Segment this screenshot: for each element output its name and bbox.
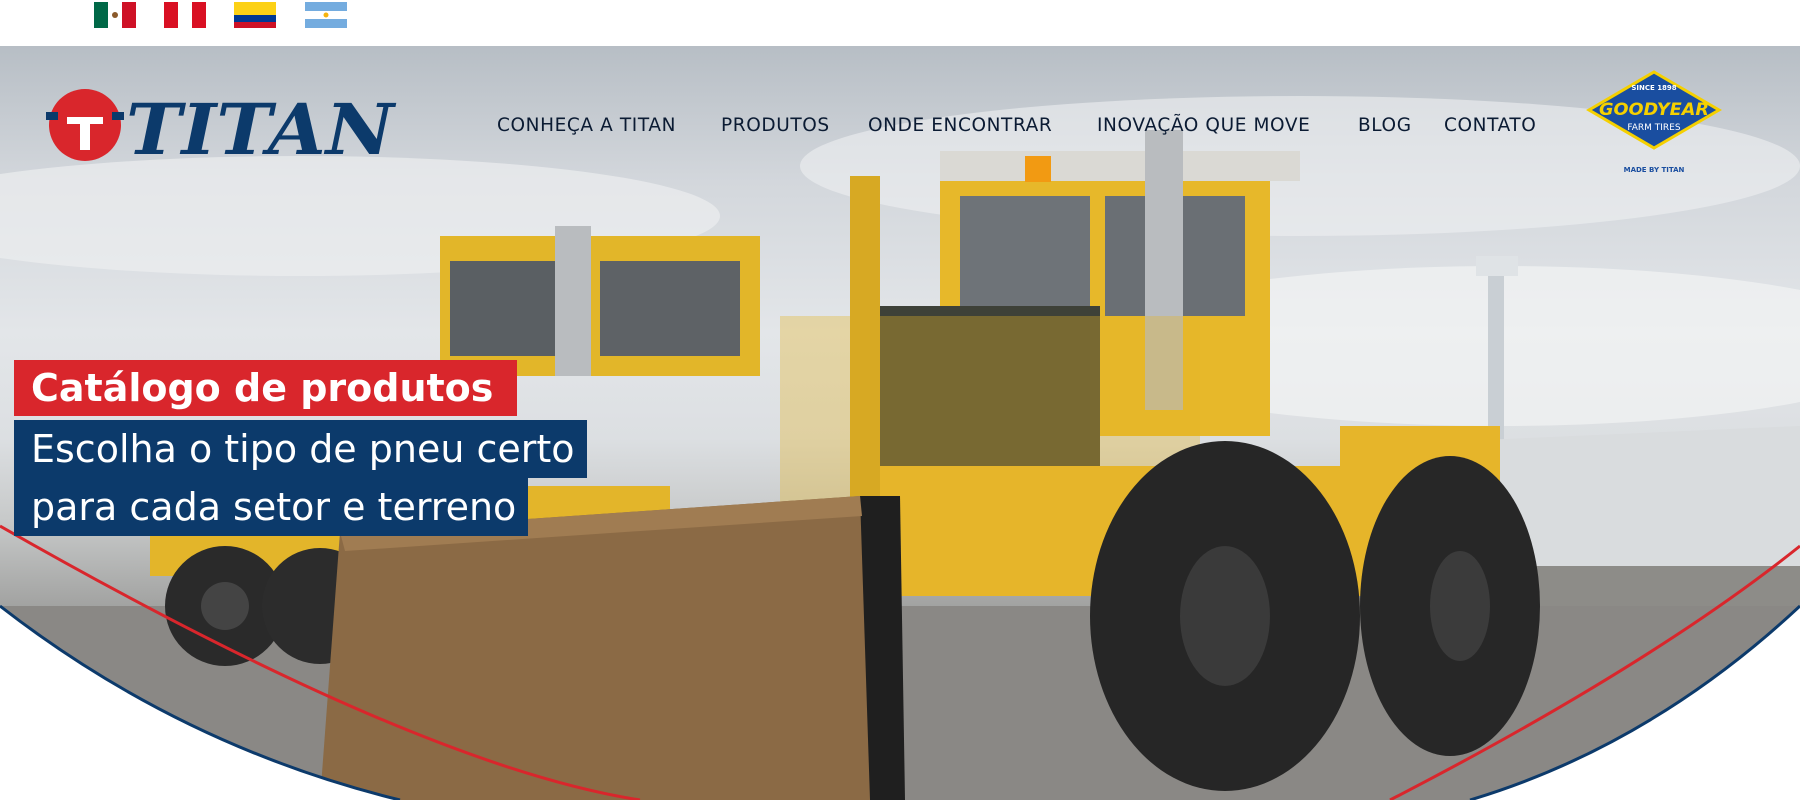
hero-subtitle-line1: Escolha o tipo de pneu certo bbox=[14, 420, 587, 478]
flag-peru-icon[interactable] bbox=[164, 2, 206, 28]
titan-logo-text: TITAN bbox=[126, 88, 397, 170]
nav-inovacao-que-move[interactable]: INOVAÇÃO QUE MOVE bbox=[1097, 106, 1310, 146]
flag-colombia-icon[interactable] bbox=[234, 2, 276, 28]
nav-conheca-a-titan[interactable]: CONHEÇA A TITAN bbox=[497, 106, 676, 146]
hero-banner: TITAN CONHEÇA A TITAN PRODUTOS ONDE ENCO… bbox=[0, 46, 1800, 800]
goodyear-farm-tires-logo[interactable]: SINCE 1898 GOODYEAR FARM TIRES MADE BY T… bbox=[1583, 68, 1725, 178]
goodyear-made-by-text: MADE BY TITAN bbox=[1624, 166, 1685, 174]
goodyear-brand-text: GOODYEAR bbox=[1599, 100, 1709, 120]
nav-produtos[interactable]: PRODUTOS bbox=[721, 106, 830, 146]
nav-blog[interactable]: BLOG bbox=[1358, 106, 1412, 146]
hero-subtitle-line2: para cada setor e terreno bbox=[14, 478, 529, 536]
main-navigation: CONHEÇA A TITAN PRODUTOS ONDE ENCONTRAR … bbox=[480, 106, 1550, 146]
nav-onde-encontrar[interactable]: ONDE ENCONTRAR bbox=[868, 106, 1052, 146]
flag-mexico-icon[interactable] bbox=[94, 2, 136, 28]
hero-title: Catálogo de produtos bbox=[14, 360, 518, 416]
titan-logo[interactable]: TITAN bbox=[46, 80, 406, 170]
country-flag-bar bbox=[0, 0, 1800, 46]
goodyear-sub-text: FARM TIRES bbox=[1627, 123, 1680, 133]
goodyear-since-text: SINCE 1898 bbox=[1631, 84, 1676, 92]
flag-argentina-icon[interactable] bbox=[305, 2, 347, 28]
nav-contato[interactable]: CONTATO bbox=[1444, 106, 1536, 146]
